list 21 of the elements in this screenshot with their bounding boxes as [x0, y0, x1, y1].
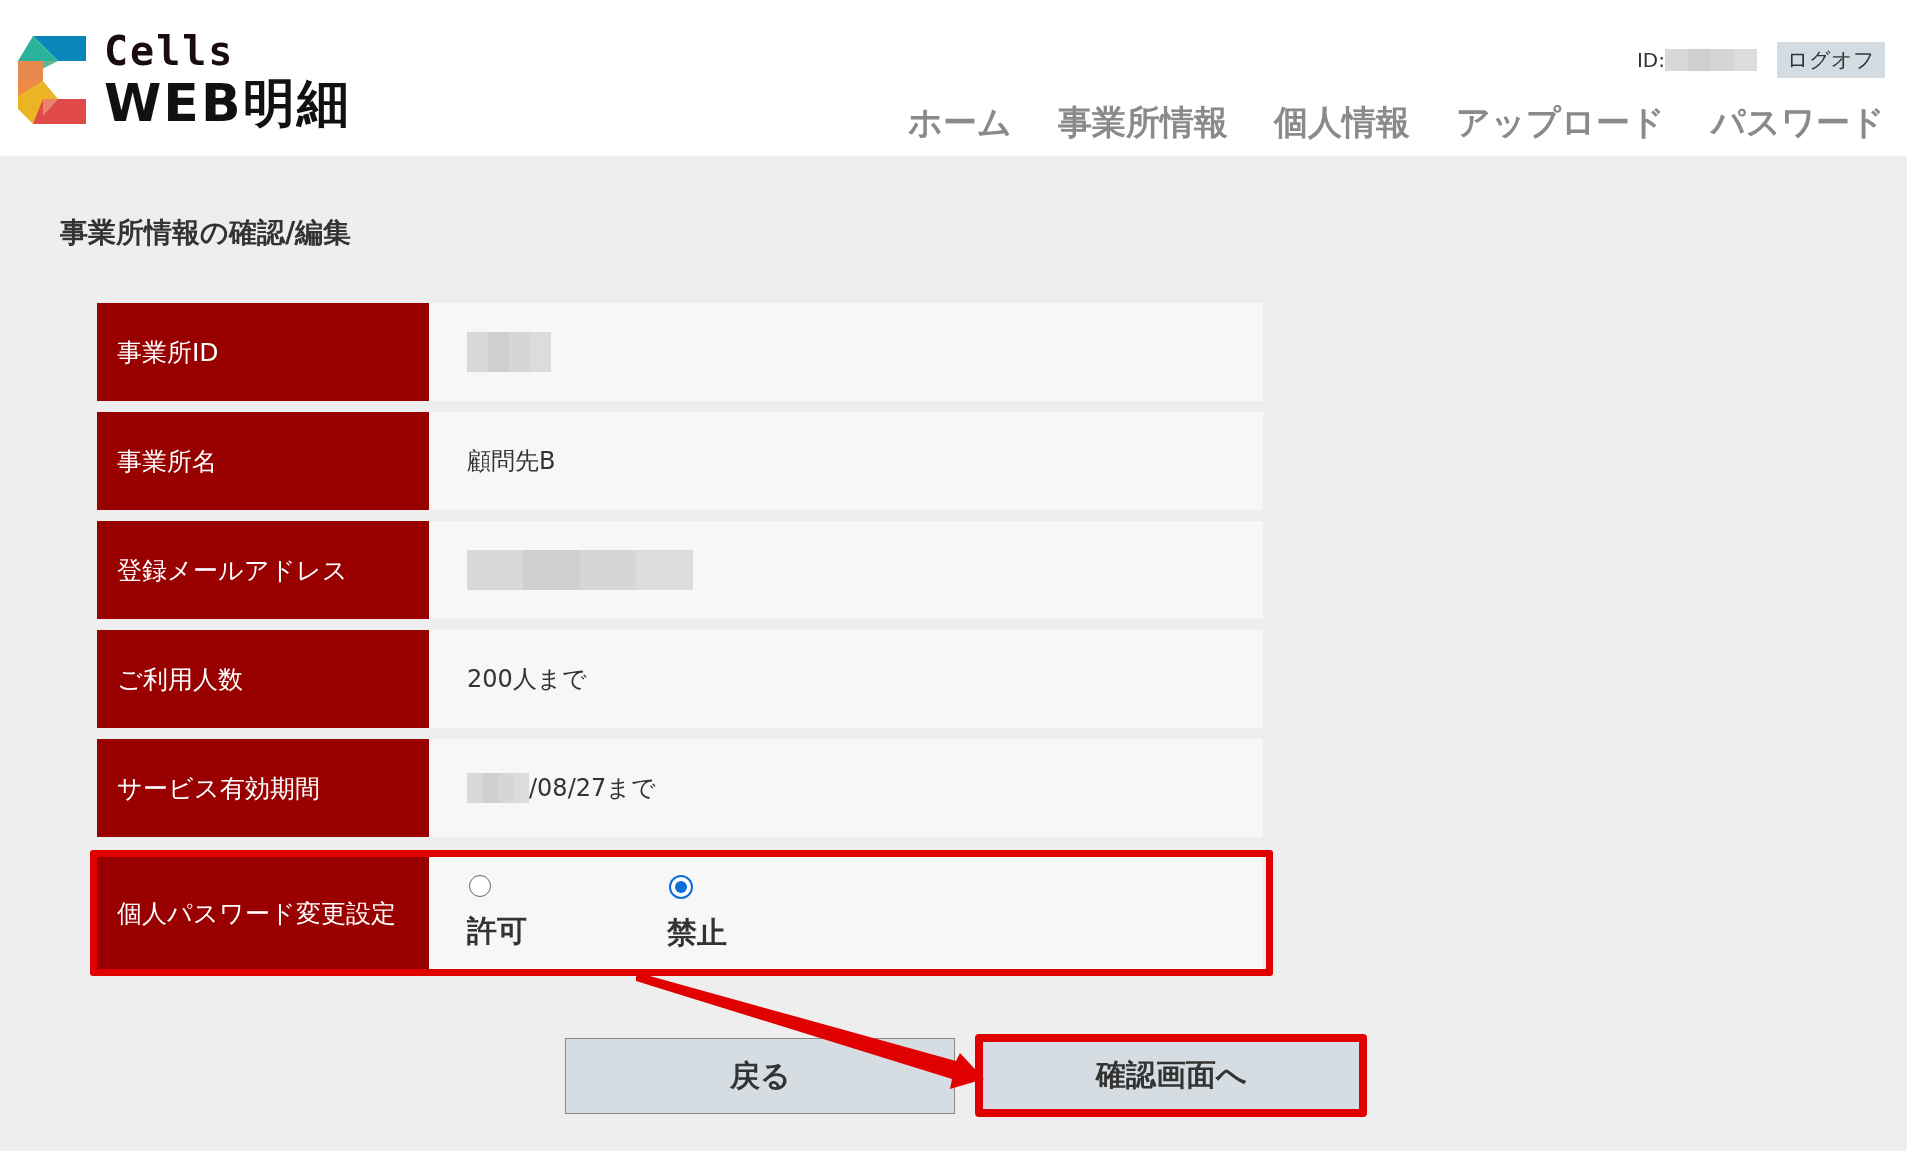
field-label: ご利用人数: [97, 630, 429, 728]
field-label: 事業所ID: [97, 303, 429, 401]
field-label: 登録メールアドレス: [97, 521, 429, 619]
logo-text: Cells: [104, 31, 236, 71]
field-value: 200人まで: [467, 664, 587, 695]
page-title: 事業所情報の確認/編集: [60, 215, 353, 251]
field-value: 顧問先B: [467, 446, 556, 477]
field-value: /08/27まで: [529, 773, 657, 804]
logo-icon: [18, 36, 86, 124]
confirm-button[interactable]: 確認画面へ: [975, 1034, 1367, 1117]
user-id-label: ID:: [1636, 48, 1665, 72]
radio-button[interactable]: [469, 875, 491, 897]
field-label: 事業所名: [97, 412, 429, 510]
radio-label[interactable]: 禁止: [667, 913, 767, 954]
radio-label[interactable]: 許可: [467, 911, 567, 952]
field-label: サービス有効期間: [97, 739, 429, 837]
field-label: 個人パスワード変更設定: [97, 857, 429, 969]
radio-button[interactable]: [669, 875, 693, 899]
logo-title: WEB明細: [104, 77, 351, 129]
back-button[interactable]: 戻る: [565, 1038, 955, 1114]
logoff-button[interactable]: ログオフ: [1777, 42, 1885, 78]
